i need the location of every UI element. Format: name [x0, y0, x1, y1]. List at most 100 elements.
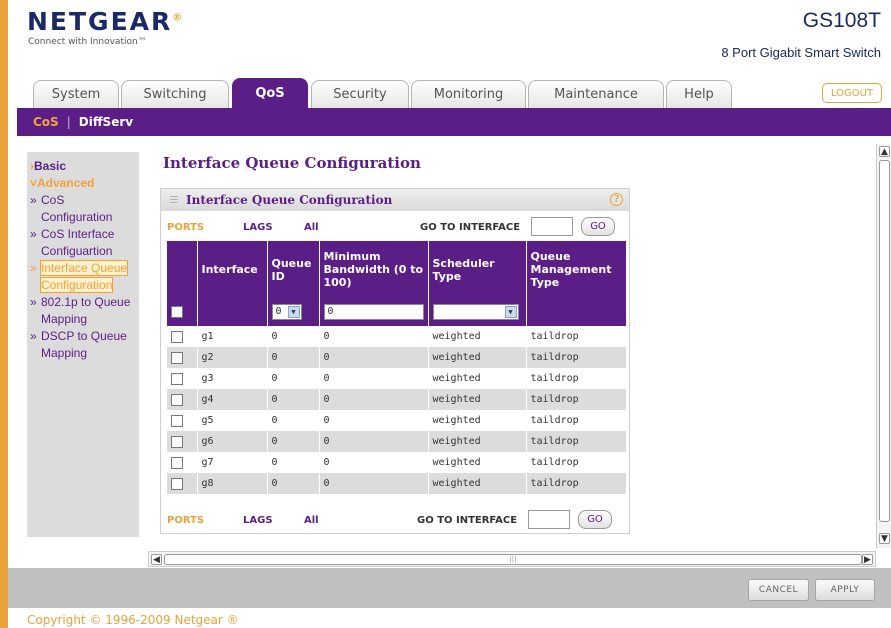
row-checkbox[interactable]: [171, 414, 183, 427]
cell-select: [167, 473, 198, 494]
goto-interface-input[interactable]: [531, 217, 573, 236]
header-queue-mgmt-type: Queue Management Type: [526, 241, 627, 298]
scroll-up-icon[interactable]: ▲: [879, 146, 890, 157]
tagline: Connect with Innovation™: [28, 37, 147, 47]
cell-queue-mgmt-type: taildrop: [526, 326, 627, 347]
row-checkbox[interactable]: [171, 456, 183, 469]
row-checkbox[interactable]: [171, 435, 183, 448]
row-checkbox[interactable]: [171, 351, 183, 364]
cell-interface: g7: [197, 452, 268, 473]
cell-queue-id: 0: [267, 410, 320, 431]
header-select: [167, 241, 198, 298]
logout-button[interactable]: LOGOUT: [822, 83, 882, 103]
min-bandwidth-input[interactable]: 0: [323, 304, 424, 320]
cell-queue-mgmt-type: taildrop: [526, 473, 627, 494]
cell-queue-id: 0: [267, 326, 320, 347]
model-name: GS108T: [802, 9, 881, 32]
cell-queue-id: 0: [267, 347, 320, 368]
help-icon[interactable]: ?: [610, 193, 623, 206]
cell-interface: g4: [197, 389, 268, 410]
table-row: g8 0 0 weighted taildrop: [167, 473, 627, 494]
tab-switching[interactable]: Switching: [121, 80, 229, 108]
cell-queue-id: 0: [267, 431, 320, 452]
goto-interface-label: GO TO INTERFACE: [420, 222, 521, 233]
pager-top: PORTS LAGS All GO TO INTERFACE GO: [167, 216, 623, 240]
table-header-row: Interface Queue ID Minimum Bandwidth (0 …: [167, 241, 627, 298]
pager-all-link[interactable]: All: [304, 515, 319, 526]
cell-min-bandwidth: 0: [319, 452, 429, 473]
table-row: g4 0 0 weighted taildrop: [167, 389, 627, 410]
pager-lags-link[interactable]: LAGS: [243, 222, 273, 233]
tab-system[interactable]: System: [33, 80, 119, 108]
cell-select: [167, 347, 198, 368]
subnav-cos[interactable]: CoS: [33, 115, 59, 129]
vertical-scrollbar[interactable]: ▲ ▼: [876, 144, 891, 548]
sidebar-group-advanced[interactable]: ˅Advanced: [30, 175, 135, 192]
edit-row-scheduler-cell: ▼: [428, 298, 527, 326]
pager-ports-link[interactable]: PORTS: [167, 222, 204, 233]
sidebar-group-basic[interactable]: ›Basic: [30, 158, 135, 175]
subnav-separator: |: [66, 115, 71, 129]
cell-select: [167, 389, 198, 410]
edit-row-interface-cell: [197, 298, 268, 326]
row-checkbox[interactable]: [171, 393, 183, 406]
horizontal-scroll-thumb[interactable]: |||: [164, 554, 862, 565]
row-checkbox[interactable]: [171, 372, 183, 385]
queue-id-select[interactable]: 0 ▼: [271, 304, 302, 320]
tab-security[interactable]: Security: [311, 80, 409, 108]
vertical-scroll-thumb[interactable]: [879, 160, 890, 522]
sidebar-item-cos-interface-configuration[interactable]: » CoS Interface Configuartion: [30, 226, 135, 260]
chevron-down-icon: ▼: [504, 306, 517, 318]
cell-queue-mgmt-type: taildrop: [526, 389, 627, 410]
edit-row-bw-cell: 0: [319, 298, 429, 326]
table-row: g7 0 0 weighted taildrop: [167, 452, 627, 473]
horizontal-scrollbar[interactable]: ◀ ||| ▶: [148, 551, 876, 567]
panel-header: Interface Queue Configuration ?: [161, 189, 629, 211]
table-row: g3 0 0 weighted taildrop: [167, 368, 627, 389]
cell-queue-id: 0: [267, 473, 320, 494]
select-all-checkbox[interactable]: [171, 306, 183, 318]
scroll-right-icon[interactable]: ▶: [862, 554, 873, 565]
cancel-button[interactable]: CANCEL: [748, 579, 809, 601]
scroll-left-icon[interactable]: ◀: [151, 554, 162, 565]
table-body: g1 0 0 weighted taildrop g2 0 0 weighted taildrop…: [167, 326, 627, 494]
scroll-down-icon[interactable]: ▼: [879, 533, 890, 544]
cell-scheduler-type: weighted: [428, 473, 527, 494]
header-min-bandwidth: Minimum Bandwidth (0 to 100): [319, 241, 429, 298]
cell-min-bandwidth: 0: [319, 473, 429, 494]
tab-qos[interactable]: QoS: [232, 78, 308, 108]
goto-interface-input[interactable]: [528, 510, 570, 529]
pager-lags-link[interactable]: LAGS: [243, 515, 273, 526]
cell-scheduler-type: weighted: [428, 431, 527, 452]
cell-queue-mgmt-type: taildrop: [526, 347, 627, 368]
copyright-text: Copyright © 1996-2009 Netgear ®: [27, 613, 239, 627]
cell-scheduler-type: weighted: [428, 389, 527, 410]
tab-monitoring[interactable]: Monitoring: [411, 80, 526, 108]
cell-interface: g1: [197, 326, 268, 347]
edit-row: 0 ▼ 0 ▼: [167, 298, 627, 326]
tab-maintenance[interactable]: Maintenance: [528, 80, 664, 108]
sidebar-item-cos-configuration[interactable]: » CoS Configuration: [30, 192, 135, 226]
sidebar: ›Basic ˅Advanced » CoS Configuration » CoS…: [27, 152, 139, 537]
go-button[interactable]: GO: [581, 217, 615, 236]
cell-queue-mgmt-type: taildrop: [526, 410, 627, 431]
cell-queue-id: 0: [267, 389, 320, 410]
pager-ports-link[interactable]: PORTS: [167, 515, 204, 526]
cell-queue-id: 0: [267, 452, 320, 473]
pager-all-link[interactable]: All: [304, 222, 319, 233]
row-checkbox[interactable]: [171, 477, 183, 490]
row-checkbox[interactable]: [171, 330, 183, 343]
table-row: g6 0 0 weighted taildrop: [167, 431, 627, 452]
sidebar-item-dscp-to-queue-mapping[interactable]: » DSCP to Queue Mapping: [30, 328, 135, 362]
cell-min-bandwidth: 0: [319, 389, 429, 410]
go-button[interactable]: GO: [578, 510, 612, 529]
sidebar-item-interface-queue-configuration[interactable]: » Interface Queue Configuration: [30, 260, 135, 294]
scheduler-type-select[interactable]: ▼: [432, 304, 519, 320]
cell-min-bandwidth: 0: [319, 347, 429, 368]
subnav-diffserv[interactable]: DiffServ: [79, 115, 133, 129]
cell-scheduler-type: weighted: [428, 410, 527, 431]
tab-help[interactable]: Help: [666, 80, 732, 108]
sidebar-item-8021p-to-queue-mapping[interactable]: » 802.1p to Queue Mapping: [30, 294, 135, 328]
table-row: g5 0 0 weighted taildrop: [167, 410, 627, 431]
apply-button[interactable]: APPLY: [815, 579, 875, 601]
